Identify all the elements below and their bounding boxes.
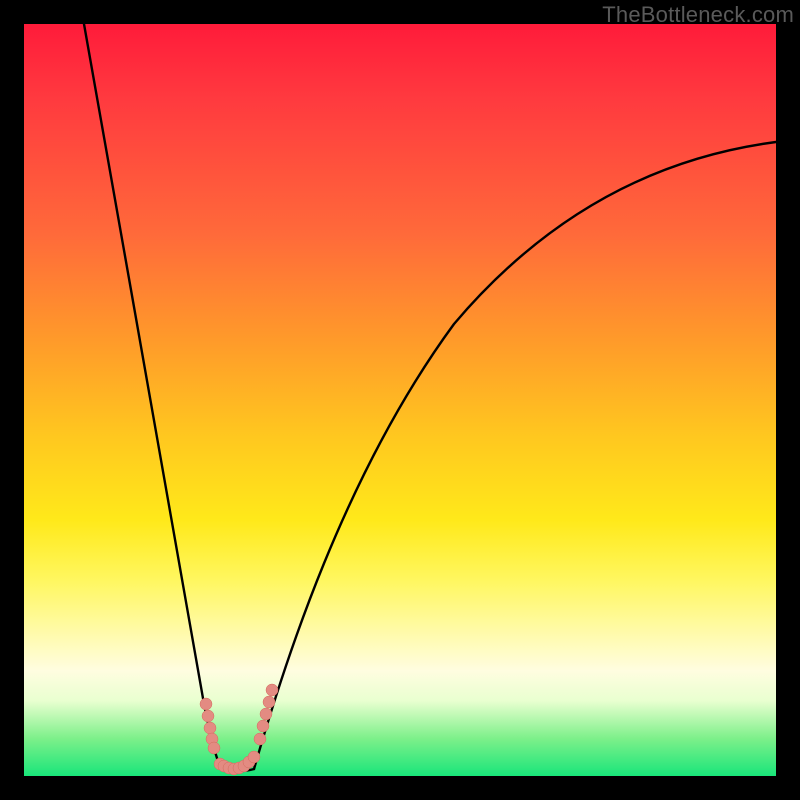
chart-svg [24,24,776,776]
chart-frame [24,24,776,776]
curve-right-branch [254,142,776,769]
valley-dot-cluster [200,684,278,775]
curve-left-branch [84,24,221,769]
watermark-text: TheBottleneck.com [602,2,794,28]
